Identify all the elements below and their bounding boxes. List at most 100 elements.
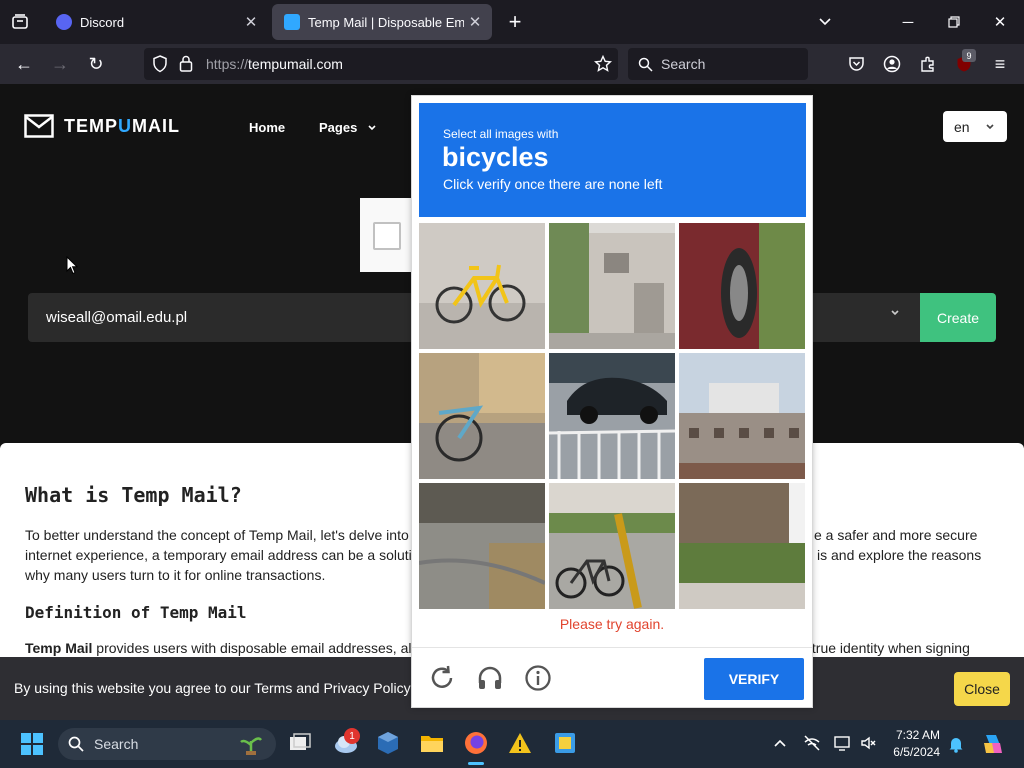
extensions-icon[interactable]: [914, 50, 942, 78]
close-tab-icon[interactable]: ✕: [464, 13, 486, 31]
para-line: To better understand the concept of Temp…: [25, 527, 409, 543]
address-bar[interactable]: https://tempumail.com: [144, 48, 618, 80]
para-line: e a safer and more secure: [814, 527, 978, 543]
taskbar-clock[interactable]: 7:32 AM 6/5/2024: [880, 727, 940, 761]
weather-badge: 1: [344, 728, 360, 744]
cookie-close-button[interactable]: Close: [954, 672, 1010, 706]
search-icon: [638, 57, 653, 72]
warning-app-icon[interactable]: [507, 730, 533, 756]
forward-icon[interactable]: →: [46, 50, 74, 78]
captcha-tile-car[interactable]: [679, 223, 805, 349]
windows-start-icon[interactable]: [21, 733, 43, 755]
nav-pages-label: Pages: [319, 120, 358, 135]
app-icon[interactable]: [552, 730, 578, 756]
volume-icon[interactable]: [860, 734, 878, 752]
task-view-icon[interactable]: [287, 730, 313, 756]
browser-nav-bar: ← → ↻ https://tempumail.com Search 9 ≡: [0, 44, 1024, 84]
headphones-icon[interactable]: [475, 663, 505, 693]
tab-title: Discord: [80, 14, 125, 30]
discord-icon: [56, 14, 72, 30]
copilot-icon[interactable]: [980, 731, 1006, 757]
new-tab-icon[interactable]: +: [492, 0, 538, 44]
para-line: why many users turn to it for online tra…: [25, 567, 326, 583]
tab-title: Temp Mail | Disposable Email Address: [308, 14, 464, 30]
para2-text-end: s true identity when signing: [801, 640, 970, 656]
captcha-tile-building[interactable]: [549, 223, 675, 349]
logo-text-u: U: [118, 115, 133, 136]
captcha-tile-street[interactable]: [419, 483, 545, 609]
mouse-cursor-icon: [66, 256, 78, 275]
firefox-active-indicator: [468, 762, 484, 765]
refresh-icon[interactable]: [427, 663, 457, 693]
bookmark-star-icon[interactable]: [594, 55, 612, 73]
hcaptcha-checkbox[interactable]: [373, 222, 401, 250]
nav-pages[interactable]: Pages: [319, 120, 377, 135]
chevron-down-icon: [986, 124, 994, 130]
close-tab-icon[interactable]: ✕: [240, 13, 262, 31]
plant-icon: [240, 737, 262, 755]
tab-discord[interactable]: Discord ✕: [44, 4, 268, 40]
chevron-up-icon[interactable]: [773, 738, 787, 748]
captcha-footer: VERIFY: [412, 647, 812, 708]
envelope-icon: [24, 114, 54, 138]
create-button[interactable]: Create: [920, 293, 996, 342]
captcha-tile-bicycle[interactable]: [549, 483, 675, 609]
file-explorer-icon[interactable]: [419, 730, 445, 756]
reload-icon[interactable]: ↻: [82, 50, 110, 78]
captcha-error: Please try again.: [559, 616, 665, 632]
captcha-prompt: Select all images with bicycles Click ve…: [419, 103, 806, 217]
lock-icon[interactable]: [179, 55, 193, 72]
tab-tempmail[interactable]: Temp Mail | Disposable Email Address ✕: [272, 4, 492, 40]
minimize-icon[interactable]: ─: [885, 0, 931, 44]
captcha-subtext: Click verify once there are none left: [443, 176, 663, 192]
para-line: is and explore the reasons: [817, 547, 982, 563]
chevron-down-icon[interactable]: [889, 308, 901, 318]
shield-icon[interactable]: [152, 55, 168, 73]
clock-time: 7:32 AM: [895, 728, 940, 742]
restore-icon[interactable]: [931, 0, 977, 44]
para2-text: provides users with disposable email add…: [92, 640, 412, 656]
search-icon: [68, 736, 84, 752]
captcha-tile-garden[interactable]: [679, 483, 805, 609]
close-window-icon[interactable]: ✕: [977, 0, 1023, 44]
windows-taskbar: Search 1 7:32 AM 6/5/2024: [0, 720, 1024, 768]
captcha-tile-fence[interactable]: [679, 353, 805, 479]
network-off-icon[interactable]: [803, 734, 821, 752]
virtualbox-icon[interactable]: [375, 730, 401, 756]
extension-badge: 9: [962, 49, 976, 62]
para-line: internet experience, a temporary email a…: [25, 547, 420, 563]
captcha-tile-car[interactable]: [549, 353, 675, 479]
language-value: en: [954, 118, 970, 135]
captcha-instruction: Select all images with: [443, 127, 559, 141]
menu-icon[interactable]: ≡: [986, 50, 1014, 78]
info-icon[interactable]: [523, 663, 553, 693]
logo-text-suffix: MAIL: [132, 115, 181, 136]
back-icon[interactable]: ←: [10, 50, 38, 78]
article-heading: What is Temp Mail?: [25, 483, 242, 507]
hcaptcha-checkbox-widget: [360, 198, 412, 272]
language-select[interactable]: en: [943, 111, 1007, 142]
chevron-down-icon: [368, 125, 376, 131]
captcha-tile-bicycle[interactable]: [419, 353, 545, 479]
clock-date: 6/5/2024: [893, 745, 940, 759]
tab-overview-icon[interactable]: [6, 8, 34, 36]
display-icon[interactable]: [834, 734, 852, 752]
pocket-icon[interactable]: [842, 50, 870, 78]
search-bar[interactable]: Search: [628, 48, 808, 80]
notification-bell-icon[interactable]: [948, 735, 964, 753]
email-address: wiseall@omail.edu.pl: [46, 309, 188, 326]
article-subheading: Definition of Temp Mail: [25, 603, 247, 622]
verify-button[interactable]: VERIFY: [704, 658, 804, 700]
para2-bold: Temp Mail: [25, 640, 93, 656]
taskbar-search[interactable]: Search: [58, 728, 276, 760]
chevron-down-icon[interactable]: [802, 0, 848, 44]
url-text: https://tempumail.com: [206, 56, 343, 72]
nav-home[interactable]: Home: [249, 120, 285, 135]
browser-tab-bar: Discord ✕ Temp Mail | Disposable Email A…: [0, 0, 1024, 44]
site-logo[interactable]: TEMP U MAIL: [24, 114, 180, 138]
account-icon[interactable]: [878, 50, 906, 78]
captcha-tile-bicycle[interactable]: [419, 223, 545, 349]
tempmail-favicon-icon: [284, 14, 300, 30]
firefox-icon[interactable]: [463, 730, 489, 756]
captcha-challenge: Select all images with bicycles Click ve…: [411, 95, 813, 708]
